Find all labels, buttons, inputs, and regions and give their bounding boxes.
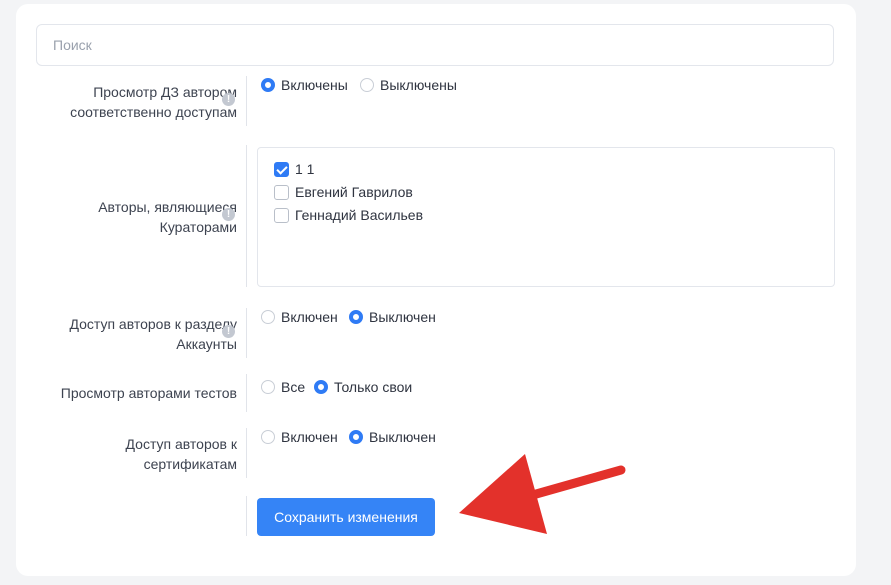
radio-label: Все [281,379,306,395]
save-changes-button[interactable]: Сохранить изменения [257,498,435,536]
radio-button-checked[interactable] [314,380,328,394]
radio-option-all[interactable]: Все [261,379,305,395]
curator-authors-label: Авторы, являющиеся Кураторами [98,199,237,235]
curator-authors-list[interactable]: 1 1 Евгений Гаврилов Геннадий Васильев [257,147,835,287]
divider [246,496,247,536]
checkbox[interactable] [274,207,289,223]
radio-option-disabled[interactable]: Выключен [349,309,436,325]
divider [246,145,247,287]
radio-button-checked[interactable] [261,78,275,92]
divider [246,374,247,412]
radio-label: Включены [281,77,348,93]
radio-label: Включен [281,429,338,445]
radio-option-own-only[interactable]: Только свои [314,379,412,395]
radio-option-enabled[interactable]: Включены [261,77,348,93]
list-item[interactable]: Евгений Гаврилов [274,184,413,200]
divider [246,428,247,478]
radio-label: Включен [281,309,338,325]
checkbox-label: Геннадий Васильев [295,207,424,223]
checkbox-checked[interactable] [274,161,289,177]
radio-button[interactable] [261,380,275,394]
radio-option-enabled[interactable]: Включен [261,309,338,325]
divider [246,76,247,126]
tests-view-label: Просмотр авторами тестов [60,385,237,401]
certificates-access-label: Доступ авторов к сертификатам [125,436,237,472]
radio-button-checked[interactable] [349,430,363,444]
radio-option-disabled[interactable]: Выключен [349,429,436,445]
list-item[interactable]: Геннадий Васильев [274,207,423,223]
radio-label: Выключен [369,429,436,445]
accounts-access-label: Доступ авторов к разделу Аккаунты [69,316,237,352]
info-icon[interactable]: ! [222,93,235,106]
search-input[interactable] [36,24,834,66]
list-item[interactable]: 1 1 [274,161,314,177]
info-icon[interactable]: ! [222,325,235,338]
checkbox[interactable] [274,184,289,200]
radio-label: Выключен [369,309,436,325]
divider [246,308,247,358]
radio-label: Выключены [380,77,457,93]
checkbox-label: Евгений Гаврилов [295,184,413,200]
radio-button-checked[interactable] [349,310,363,324]
radio-button[interactable] [261,310,275,324]
checkbox-label: 1 1 [295,161,315,177]
info-icon[interactable]: ! [222,208,235,221]
radio-option-enabled[interactable]: Включен [261,429,338,445]
homework-view-label: Просмотр ДЗ автором соответственно досту… [70,84,237,120]
radio-button[interactable] [360,78,374,92]
radio-option-disabled[interactable]: Выключены [360,77,457,93]
radio-button[interactable] [261,430,275,444]
radio-label: Только свои [334,379,413,395]
red-arrow-annotation [459,454,626,534]
